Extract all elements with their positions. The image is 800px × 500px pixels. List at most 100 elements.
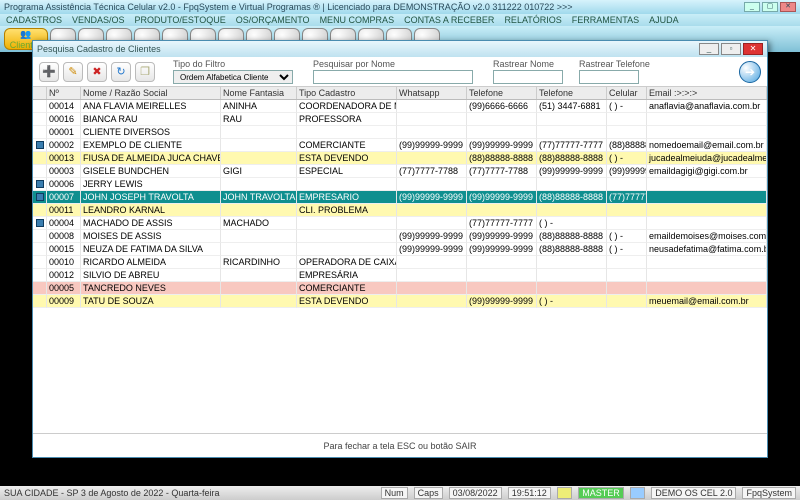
track-name-group: Rastrear Nome (493, 59, 563, 84)
results-grid: NºNome / Razão SocialNome FantasiaTipo C… (33, 87, 767, 433)
app-max-button[interactable]: ▢ (762, 2, 778, 12)
track-phone-label: Rastrear Telefone (579, 59, 650, 69)
menu-item[interactable]: CADASTROS (6, 15, 62, 25)
table-row[interactable]: 00003GISELE BUNDCHENGIGIESPECIAL(77)7777… (33, 165, 767, 178)
table-row[interactable]: 00008MOISES DE ASSIS(99)99999-9999(99)99… (33, 230, 767, 243)
cell: 00005 (47, 282, 81, 295)
cell (537, 204, 607, 217)
cell: MOISES DE ASSIS (81, 230, 221, 243)
column-header[interactable] (33, 87, 47, 99)
cell: MACHADO (221, 217, 297, 230)
column-header[interactable]: Tipo Cadastro (297, 87, 397, 99)
table-row[interactable]: 00010RICARDO ALMEIDARICARDINHOOPERADORA … (33, 256, 767, 269)
row-marker (33, 113, 47, 126)
status-num: Num (381, 487, 408, 499)
modal-close-button[interactable]: ✕ (743, 43, 763, 55)
track-name-input[interactable] (493, 70, 563, 84)
cell: 00015 (47, 243, 81, 256)
table-row[interactable]: 00011LEANDRO KARNALCLI. PROBLEMA (33, 204, 767, 217)
cell (467, 126, 537, 139)
cell (397, 295, 467, 308)
menu-item[interactable]: MENU COMPRAS (320, 15, 395, 25)
cell (467, 282, 537, 295)
cell: GISELE BUNDCHEN (81, 165, 221, 178)
table-row[interactable]: 00007JOHN JOSEPH TRAVOLTAJOHN TRAVOLTAEM… (33, 191, 767, 204)
cell (221, 204, 297, 217)
cell (647, 113, 767, 126)
cell (647, 256, 767, 269)
column-header[interactable]: Telefone (467, 87, 537, 99)
cell (221, 243, 297, 256)
table-row[interactable]: 00013FIUSA DE ALMEIDA JUCA CHAVESESTA DE… (33, 152, 767, 165)
menu-item[interactable]: AJUDA (649, 15, 679, 25)
modal-toolbar: ➕ ✎ ✖ ↻ ❐ Tipo do Filtro Ordem Alfabetic… (33, 57, 767, 87)
status-date: 03/08/2022 (449, 487, 502, 499)
menu-item[interactable]: PRODUTO/ESTOQUE (135, 15, 226, 25)
delete-button[interactable]: ✖ (87, 62, 107, 82)
column-header[interactable]: Celular (607, 87, 647, 99)
column-header[interactable]: Nome Fantasia (221, 87, 297, 99)
modal-max-button[interactable]: ▫ (721, 43, 741, 55)
table-row[interactable]: 00001CLIENTE DIVERSOS (33, 126, 767, 139)
status-caps: Caps (414, 487, 443, 499)
filter-select[interactable]: Ordem Alfabetica Cliente (173, 70, 293, 84)
menu-item[interactable]: FERRAMENTAS (572, 15, 639, 25)
cell: 00001 (47, 126, 81, 139)
copy-button[interactable]: ❐ (135, 62, 155, 82)
refresh-button[interactable]: ↻ (111, 62, 131, 82)
modal-min-button[interactable]: _ (699, 43, 719, 55)
cell: 00003 (47, 165, 81, 178)
table-row[interactable]: 00009TATU DE SOUZAESTA DEVENDO(99)99999-… (33, 295, 767, 308)
table-row[interactable]: 00005TANCREDO NEVESCOMERCIANTE (33, 282, 767, 295)
table-row[interactable]: 00004MACHADO DE ASSISMACHADO(77)77777-77… (33, 217, 767, 230)
cell (397, 126, 467, 139)
column-header[interactable]: Telefone (537, 87, 607, 99)
table-row[interactable]: 00015NEUZA DE FATIMA DA SILVA(99)99999-9… (33, 243, 767, 256)
edit-button[interactable]: ✎ (63, 62, 83, 82)
cell (397, 269, 467, 282)
table-row[interactable]: 00006JERRY LEWIS (33, 178, 767, 191)
app-close-button[interactable]: ✕ (780, 2, 796, 12)
cell (607, 256, 647, 269)
menu-item[interactable]: OS/ORÇAMENTO (236, 15, 310, 25)
column-header[interactable]: Nº (47, 87, 81, 99)
status-master: MASTER (578, 487, 624, 499)
cell: GIGI (221, 165, 297, 178)
menu-item[interactable]: RELATÓRIOS (504, 15, 561, 25)
menu-item[interactable]: CONTAS A RECEBER (404, 15, 494, 25)
cell: (88)88888-8888 (467, 152, 537, 165)
cell (607, 204, 647, 217)
table-row[interactable]: 00002EXEMPLO DE CLIENTECOMERCIANTE(99)99… (33, 139, 767, 152)
cell: (77)7777-7788 (397, 165, 467, 178)
cell (221, 178, 297, 191)
app-min-button[interactable]: _ (744, 2, 760, 12)
cell: ( ) - (607, 230, 647, 243)
cell: (99)99999-9999 (467, 230, 537, 243)
menu-item[interactable]: VENDAS/OS (72, 15, 125, 25)
row-marker (33, 139, 47, 152)
add-button[interactable]: ➕ (39, 62, 59, 82)
table-row[interactable]: 00014ANA FLAVIA MEIRELLESANINHACOORDENAD… (33, 100, 767, 113)
cell (647, 217, 767, 230)
track-name-label: Rastrear Nome (493, 59, 563, 69)
cell (397, 217, 467, 230)
track-phone-input[interactable] (579, 70, 639, 84)
menubar: CADASTROS VENDAS/OS PRODUTO/ESTOQUE OS/ORÇA… (0, 14, 800, 26)
column-header[interactable]: Email :>:>:> (647, 87, 767, 99)
column-header[interactable]: Nome / Razão Social (81, 87, 221, 99)
cell (221, 139, 297, 152)
cell: EXEMPLO DE CLIENTE (81, 139, 221, 152)
cell: ESTA DEVENDO (297, 152, 397, 165)
cell: COMERCIANTE (297, 282, 397, 295)
cell (607, 295, 647, 308)
row-marker (33, 295, 47, 308)
search-name-input[interactable] (313, 70, 473, 84)
row-marker (33, 243, 47, 256)
table-row[interactable]: 00012SILVIO DE ABREUEMPRESÁRIA (33, 269, 767, 282)
cell: JOHN JOSEPH TRAVOLTA (81, 191, 221, 204)
cell: RAU (221, 113, 297, 126)
search-go-button[interactable]: ➔ (739, 61, 761, 83)
column-header[interactable]: Whatsapp (397, 87, 467, 99)
table-row[interactable]: 00016BIANCA RAURAUPROFESSORA (33, 113, 767, 126)
cell: EMPRESARIO (297, 191, 397, 204)
